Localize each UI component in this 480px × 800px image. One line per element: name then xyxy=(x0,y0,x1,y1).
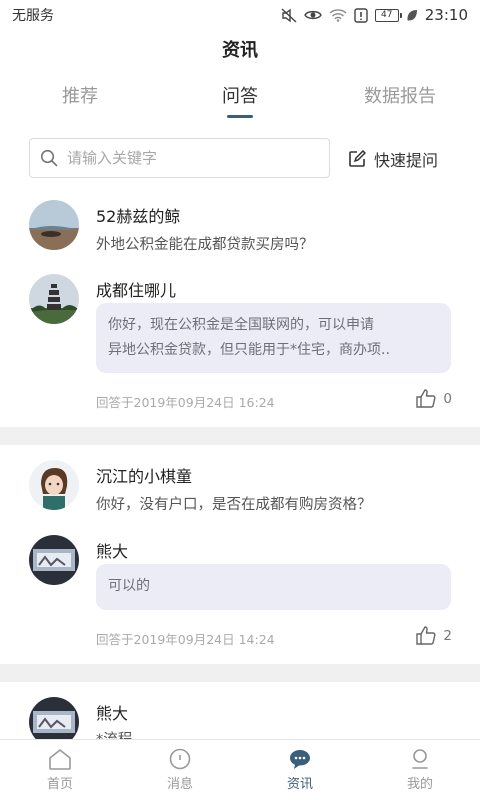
tab-recommend[interactable]: 推荐 xyxy=(62,82,98,108)
nav-profile[interactable]: 我的 xyxy=(360,740,480,800)
alert-icon xyxy=(354,7,368,23)
answerer-name: 成都住哪儿 xyxy=(96,281,177,300)
answer-bubble[interactable]: 你好，现在公积金是全国联网的，可以申请 异地公积金贷款，但只能用于*住宅，商办项… xyxy=(96,303,451,373)
asker-name: 沉江的小棋童 xyxy=(96,467,193,486)
answer-bubble[interactable]: 可以的 xyxy=(96,564,451,610)
answerer-name: 熊大 xyxy=(96,542,129,561)
like-button[interactable]: 0 xyxy=(416,389,452,408)
section-divider xyxy=(0,664,480,682)
answer-line: 异地公积金贷款，但只能用于*住宅，商办项.. xyxy=(108,342,390,358)
nav-news[interactable]: 资讯 xyxy=(240,740,360,800)
tab-data-report[interactable]: 数据报告 xyxy=(364,82,436,108)
eye-icon xyxy=(303,10,322,20)
message-icon xyxy=(169,748,191,770)
nav-news-label: 资讯 xyxy=(286,777,313,792)
quick-ask-label: 快速提问 xyxy=(374,151,439,170)
news-icon xyxy=(290,750,310,769)
qa-card[interactable]: 熊大 *流程 xyxy=(0,682,480,739)
asker-name: 熊大 xyxy=(96,704,129,723)
status-icons: 47 23:10 xyxy=(281,6,468,24)
edit-icon xyxy=(349,150,366,167)
search-box[interactable] xyxy=(29,138,330,178)
nav-profile-label: 我的 xyxy=(406,777,433,792)
battery-icon: 47 xyxy=(374,8,402,22)
answerer-avatar[interactable] xyxy=(29,535,79,585)
bottom-nav: 首页 消息 资讯 我的 xyxy=(0,739,480,800)
like-button[interactable]: 2 xyxy=(416,626,452,645)
asker-avatar[interactable] xyxy=(29,460,79,510)
carrier-text: 无服务 xyxy=(12,8,54,24)
nav-home[interactable]: 首页 xyxy=(0,740,120,800)
asker-name: 52赫兹的鲸 xyxy=(96,207,181,226)
qa-card[interactable]: 52赫兹的鲸 外地公积金能在成都贷款买房吗？ 成都住哪儿 你好，现在公积金是全国… xyxy=(0,190,480,430)
answered-time: 回答于2019年09月24日 14:24 xyxy=(96,632,275,647)
like-count: 0 xyxy=(443,390,452,407)
question-text[interactable]: 你好，没有户口，是否在成都有购房资格？ xyxy=(96,493,372,514)
answer-line: 可以的 xyxy=(108,578,150,594)
search-input[interactable] xyxy=(67,149,307,167)
nav-messages[interactable]: 消息 xyxy=(120,740,240,800)
search-icon xyxy=(40,149,58,167)
status-bar: 无服务 47 23:10 xyxy=(0,0,480,30)
page-title: 资讯 xyxy=(222,40,258,61)
answerer-avatar[interactable] xyxy=(29,274,79,324)
home-icon xyxy=(49,749,71,770)
nav-home-label: 首页 xyxy=(46,777,73,792)
profile-icon xyxy=(412,749,428,769)
section-divider xyxy=(0,427,480,445)
question-text[interactable]: *流程 xyxy=(96,728,132,739)
thumbs-up-icon xyxy=(416,389,436,408)
tab-qa[interactable]: 问答 xyxy=(222,82,258,108)
question-text[interactable]: 外地公积金能在成都贷款买房吗？ xyxy=(96,233,314,254)
asker-avatar[interactable] xyxy=(29,697,79,739)
answered-time: 回答于2019年09月24日 16:24 xyxy=(96,395,275,410)
wifi-icon xyxy=(329,9,347,22)
answer-line: 你好，现在公积金是全国联网的，可以申请 xyxy=(108,317,374,333)
qa-card[interactable]: 沉江的小棋童 你好，没有户口，是否在成都有购房资格？ 熊大 可以的 回答于201… xyxy=(0,445,480,665)
like-count: 2 xyxy=(443,627,452,644)
leaf-icon xyxy=(407,9,417,21)
mute-icon xyxy=(281,7,297,23)
nav-messages-label: 消息 xyxy=(166,777,193,792)
thumbs-up-icon xyxy=(416,626,436,645)
quick-ask-button[interactable]: 快速提问 xyxy=(348,147,438,171)
tab-bar: 推荐 问答 数据报告 xyxy=(0,82,480,118)
clock: 23:10 xyxy=(424,6,468,24)
asker-avatar[interactable] xyxy=(29,200,79,250)
